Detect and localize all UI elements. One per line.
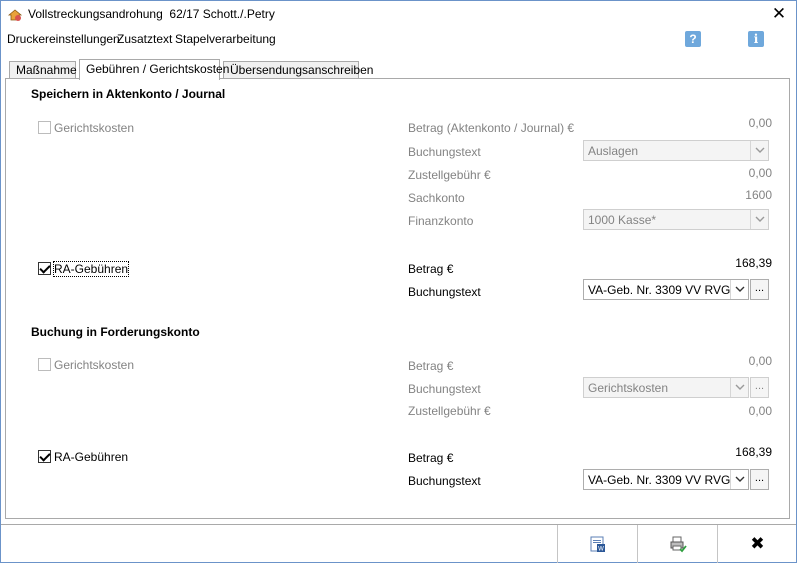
checkbox-box[interactable]	[38, 450, 51, 463]
help-icon[interactable]: ?	[685, 31, 701, 47]
value-zustellgebuehr-forderung: 0,00	[748, 404, 772, 418]
select-value: VA-Geb. Nr. 3309 VV RVG	[588, 473, 731, 487]
label-buchungstext-forderung: Buchungstext	[408, 382, 481, 396]
checkbox-gerichtskosten-forderung[interactable]: Gerichtskosten	[38, 358, 134, 372]
printer-check-icon	[670, 536, 687, 553]
label-buchungstext-journal: Buchungstext	[408, 145, 481, 159]
browse-buchungstext-forderung-button[interactable]: ...	[750, 377, 769, 398]
close-icon[interactable]: ✖	[717, 525, 797, 563]
select-value: VA-Geb. Nr. 3309 VV RVG	[588, 283, 731, 297]
checkbox-gerichtskosten-journal[interactable]: Gerichtskosten	[38, 121, 134, 135]
chevron-down-icon[interactable]	[730, 470, 748, 489]
select-value: Gerichtskosten	[588, 381, 669, 395]
label-betrag-forderung: Betrag €	[408, 359, 454, 373]
checkbox-box[interactable]	[38, 358, 51, 371]
section-title-aktenkonto: Speichern in Aktenkonto / Journal	[31, 87, 226, 101]
label-betrag-ra-forderung: Betrag €	[408, 451, 454, 465]
title-bar: Vollstreckungsandrohung 62/17 Schott./.P…	[1, 1, 796, 29]
select-buchungstext-forderung[interactable]: Gerichtskosten	[583, 377, 749, 398]
menu-zusatztext[interactable]: Zusatztext	[117, 32, 172, 46]
checkbox-ra-gebuehren-journal[interactable]: RA-Gebühren	[38, 261, 130, 277]
tab-panel: Speichern in Aktenkonto / Journal Gerich…	[5, 78, 790, 519]
select-value: Auslagen	[588, 144, 639, 158]
select-buchungstext-ra-journal[interactable]: VA-Geb. Nr. 3309 VV RVG	[583, 279, 749, 300]
browse-buchungstext-ra-forderung-button[interactable]: ...	[750, 469, 769, 490]
chevron-down-icon[interactable]	[750, 141, 768, 160]
label-buchungstext-ra-forderung: Buchungstext	[408, 474, 481, 488]
checkbox-label: RA-Gebühren	[52, 261, 130, 277]
word-export-button[interactable]: W	[557, 525, 637, 563]
menu-bar: Druckereinstellungen Zusatztext Stapelve…	[1, 30, 796, 50]
svg-text:W: W	[598, 546, 604, 553]
app-icon	[7, 9, 23, 21]
select-value: 1000 Kasse*	[588, 213, 657, 227]
checkbox-box[interactable]	[38, 262, 51, 275]
value-betrag-ra-journal: 168,39	[735, 256, 772, 270]
menu-stapelverarbeitung[interactable]: Stapelverarbeitung	[175, 32, 276, 46]
info-icon[interactable]: i	[748, 31, 764, 47]
browse-buchungstext-ra-journal-button[interactable]: ...	[750, 279, 769, 300]
chevron-down-icon[interactable]	[730, 280, 748, 299]
select-buchungstext-journal[interactable]: Auslagen	[583, 140, 769, 161]
tab-gebuehren-gerichtskosten[interactable]: Gebühren / Gerichtskosten	[79, 59, 229, 80]
value-betrag-journal: 0,00	[748, 116, 772, 130]
menu-druckereinstellungen[interactable]: Druckereinstellungen	[7, 32, 120, 46]
checkbox-ra-gebuehren-forderung[interactable]: RA-Gebühren	[38, 450, 128, 464]
checkbox-label: RA-Gebühren	[54, 450, 129, 464]
value-betrag-ra-forderung: 168,39	[735, 445, 772, 459]
checkbox-label: Gerichtskosten	[54, 358, 135, 372]
label-zustellgebuehr-journal: Zustellgebühr €	[408, 168, 491, 182]
section-title-forderungskonto: Buchung in Forderungskonto	[31, 325, 200, 339]
value-betrag-forderung: 0,00	[748, 354, 772, 368]
value-zustellgebuehr-journal: 0,00	[748, 166, 772, 180]
label-buchungstext-ra-journal: Buchungstext	[408, 285, 481, 299]
tab-uebersendungsanschreiben[interactable]: Übersendungsanschreiben	[223, 61, 373, 79]
select-buchungstext-ra-forderung[interactable]: VA-Geb. Nr. 3309 VV RVG	[583, 469, 749, 490]
checkbox-label: Gerichtskosten	[54, 121, 135, 135]
label-finanzkonto: Finanzkonto	[408, 214, 474, 228]
print-button[interactable]	[637, 525, 717, 563]
window-close-button[interactable]: ✕	[770, 4, 788, 24]
label-betrag-ra-journal: Betrag €	[408, 262, 454, 276]
value-sachkonto: 1600	[745, 188, 772, 202]
label-betrag-journal: Betrag (Aktenkonto / Journal) €	[408, 121, 575, 135]
chevron-down-icon[interactable]	[730, 378, 748, 397]
window-title: Vollstreckungsandrohung 62/17 Schott./.P…	[28, 7, 275, 21]
bottom-toolbar: W ✖	[1, 524, 797, 563]
label-zustellgebuehr-forderung: Zustellgebühr €	[408, 404, 491, 418]
chevron-down-icon[interactable]	[750, 210, 768, 229]
select-finanzkonto[interactable]: 1000 Kasse*	[583, 209, 769, 230]
label-sachkonto: Sachkonto	[408, 191, 465, 205]
word-document-icon: W	[590, 536, 605, 553]
dialog-window: Vollstreckungsandrohung 62/17 Schott./.P…	[0, 0, 797, 563]
checkbox-box[interactable]	[38, 121, 51, 134]
tab-massnahme[interactable]: Maßnahme	[9, 61, 77, 79]
